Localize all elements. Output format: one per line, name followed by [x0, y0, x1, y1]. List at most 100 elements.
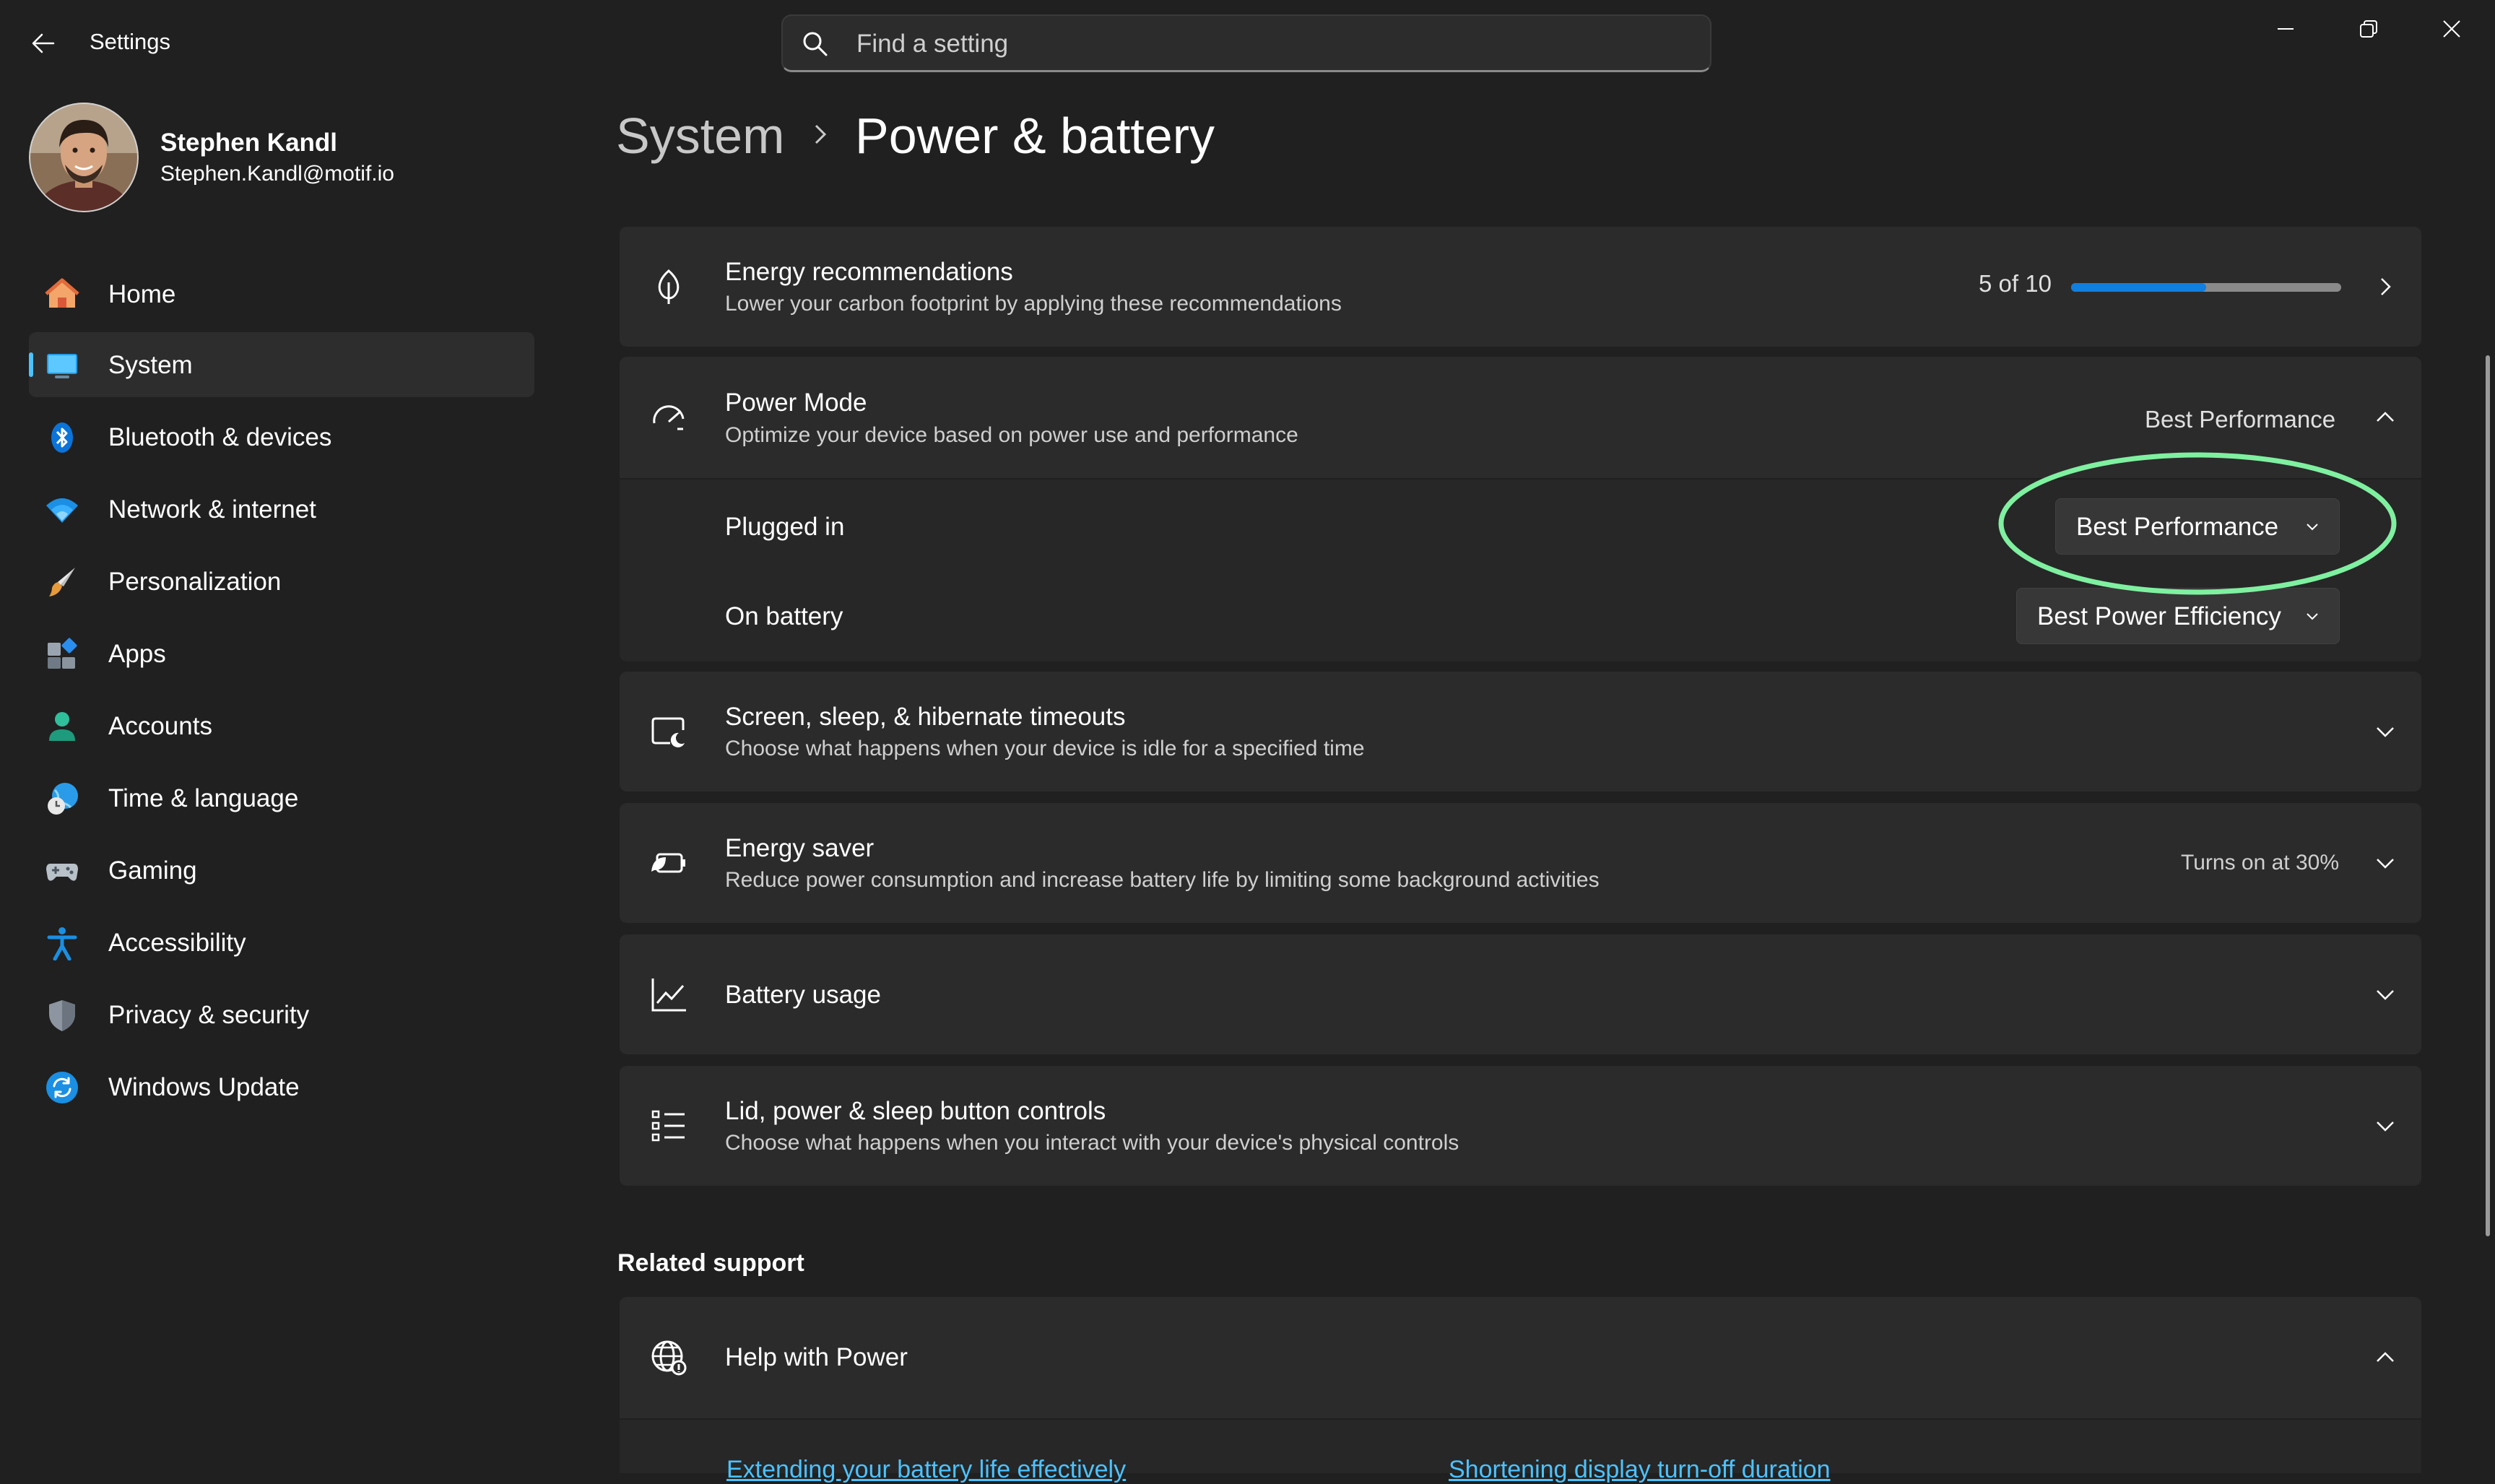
chevron-up-icon [2371, 1343, 2400, 1372]
page-title: Power & battery [855, 108, 1215, 164]
chevron-down-icon [2371, 717, 2400, 746]
nav-label: Network & internet [108, 495, 316, 524]
nav-item-privacy[interactable]: Privacy & security [29, 982, 534, 1047]
card-title: Screen, sleep, & hibernate timeouts [725, 703, 1126, 731]
avatar[interactable] [29, 103, 139, 212]
card-description: Optimize your device based on power use … [725, 423, 1298, 447]
nav-label: Accessibility [108, 929, 246, 957]
nav-item-apps[interactable]: Apps [29, 621, 534, 686]
nav-item-accounts[interactable]: Accounts [29, 693, 534, 758]
energy-recommendations-card[interactable]: Energy recommendations Lower your carbon… [620, 227, 2421, 347]
nav-item-time-language[interactable]: Time & language [29, 765, 534, 830]
minimize-button[interactable] [2246, 0, 2325, 58]
brush-icon [49, 568, 75, 596]
card-title: Battery usage [725, 981, 881, 1009]
card-title: Energy saver [725, 834, 875, 862]
chevron-up-icon [2371, 403, 2400, 432]
restore-button[interactable] [2329, 0, 2408, 58]
nav-label: Time & language [108, 784, 299, 812]
search-icon [803, 32, 828, 56]
link-extending-battery-life[interactable]: Extending your battery life effectively [726, 1456, 1126, 1484]
nav-item-network[interactable]: Network & internet [29, 477, 534, 542]
nav-item-windows-update[interactable]: Windows Update [29, 1054, 534, 1119]
nav-label: Bluetooth & devices [108, 423, 332, 451]
energy-saver-card[interactable]: Energy saver Reduce power consumption an… [620, 803, 2421, 923]
search-box[interactable] [781, 14, 1711, 72]
nav-label: Apps [108, 640, 166, 668]
related-support-heading: Related support [617, 1249, 804, 1277]
card-description: Reduce power consumption and increase ba… [725, 868, 1600, 892]
breadcrumb-system[interactable]: System [616, 107, 784, 165]
nav-label: Windows Update [108, 1073, 300, 1101]
battery-usage-card[interactable]: Battery usage [620, 934, 2421, 1054]
wifi-icon [46, 498, 78, 523]
card-description: Choose what happens when you interact wi… [725, 1131, 1459, 1155]
speedometer-icon [653, 405, 685, 430]
apps-icon [48, 638, 77, 669]
nav-label: Personalization [108, 568, 282, 596]
nav-item-accessibility[interactable]: Accessibility [29, 910, 534, 975]
shield-icon [49, 1000, 75, 1031]
progress-fill [2071, 283, 2206, 292]
chevron-down-icon [2371, 980, 2400, 1009]
screen-moon-icon [651, 717, 685, 747]
gamepad-icon [46, 864, 78, 881]
line-chart-icon [651, 979, 686, 1012]
energy-saver-value: Turns on at 30% [2181, 851, 2340, 875]
power-mode-value: Best Performance [2145, 406, 2336, 433]
leaf-icon [658, 269, 680, 304]
user-email: Stephen.Kandl@motif.io [160, 162, 394, 186]
nav-item-bluetooth[interactable]: Bluetooth & devices [29, 404, 534, 469]
nav-label: Home [108, 280, 176, 308]
update-icon [46, 1072, 78, 1103]
card-description: Lower your carbon footprint by applying … [725, 292, 1342, 316]
dropdown-value: Best Power Efficiency [2037, 602, 2281, 630]
nav-label: System [108, 351, 193, 379]
recommendations-progress-bar [2071, 283, 2341, 292]
nav-label: Gaming [108, 856, 197, 885]
nav-label: Accounts [108, 712, 212, 740]
close-icon [2443, 20, 2460, 38]
restore-icon [2360, 20, 2377, 38]
back-arrow-icon [32, 33, 55, 53]
lid-power-card[interactable]: Lid, power & sleep button controls Choos… [620, 1066, 2421, 1186]
scrollbar-thumb[interactable] [2486, 355, 2490, 1236]
link-shortening-display-duration[interactable]: Shortening display turn-off duration [1449, 1456, 1831, 1484]
search-input[interactable] [855, 16, 1652, 72]
bluetooth-icon [51, 422, 73, 453]
battery-leaf-icon [651, 853, 685, 873]
progress-text: 5 of 10 [1979, 270, 2052, 297]
nav-item-home[interactable]: Home [29, 261, 534, 326]
person-icon [49, 712, 75, 741]
nav-item-system[interactable]: System [29, 332, 534, 397]
card-title: Power Mode [725, 389, 867, 417]
home-icon [45, 278, 79, 308]
app-title: Settings [90, 29, 171, 54]
list-icon [651, 1110, 685, 1142]
help-with-power-card[interactable]: Help with Power [620, 1297, 2421, 1418]
back-button[interactable] [22, 22, 65, 65]
nav-item-personalization[interactable]: Personalization [29, 549, 534, 614]
card-description: Choose what happens when your device is … [725, 737, 1365, 760]
card-title: Help with Power [725, 1343, 908, 1371]
nav-label: Privacy & security [108, 1001, 310, 1029]
chevron-right-icon [2371, 272, 2400, 301]
help-links-area: Extending your battery life effectively … [620, 1420, 2421, 1483]
close-button[interactable] [2412, 0, 2491, 58]
user-name: Stephen Kandl [160, 129, 338, 157]
nav-item-gaming[interactable]: Gaming [29, 838, 534, 903]
globe-clock-icon [48, 783, 78, 815]
card-title: Energy recommendations [725, 258, 1013, 286]
breadcrumb-chevron-icon [815, 124, 827, 144]
on-battery-label: On battery [725, 602, 843, 630]
globe-icon [651, 1340, 687, 1376]
selected-indicator [29, 352, 33, 377]
highlight-ellipse [1998, 452, 2397, 595]
system-icon [47, 354, 77, 378]
plugged-in-label: Plugged in [725, 513, 845, 541]
chevron-down-icon [2371, 1111, 2400, 1140]
minimize-icon [2278, 28, 2294, 30]
screen-sleep-card[interactable]: Screen, sleep, & hibernate timeouts Choo… [620, 672, 2421, 791]
card-title: Lid, power & sleep button controls [725, 1097, 1106, 1125]
accessibility-icon [47, 927, 77, 960]
